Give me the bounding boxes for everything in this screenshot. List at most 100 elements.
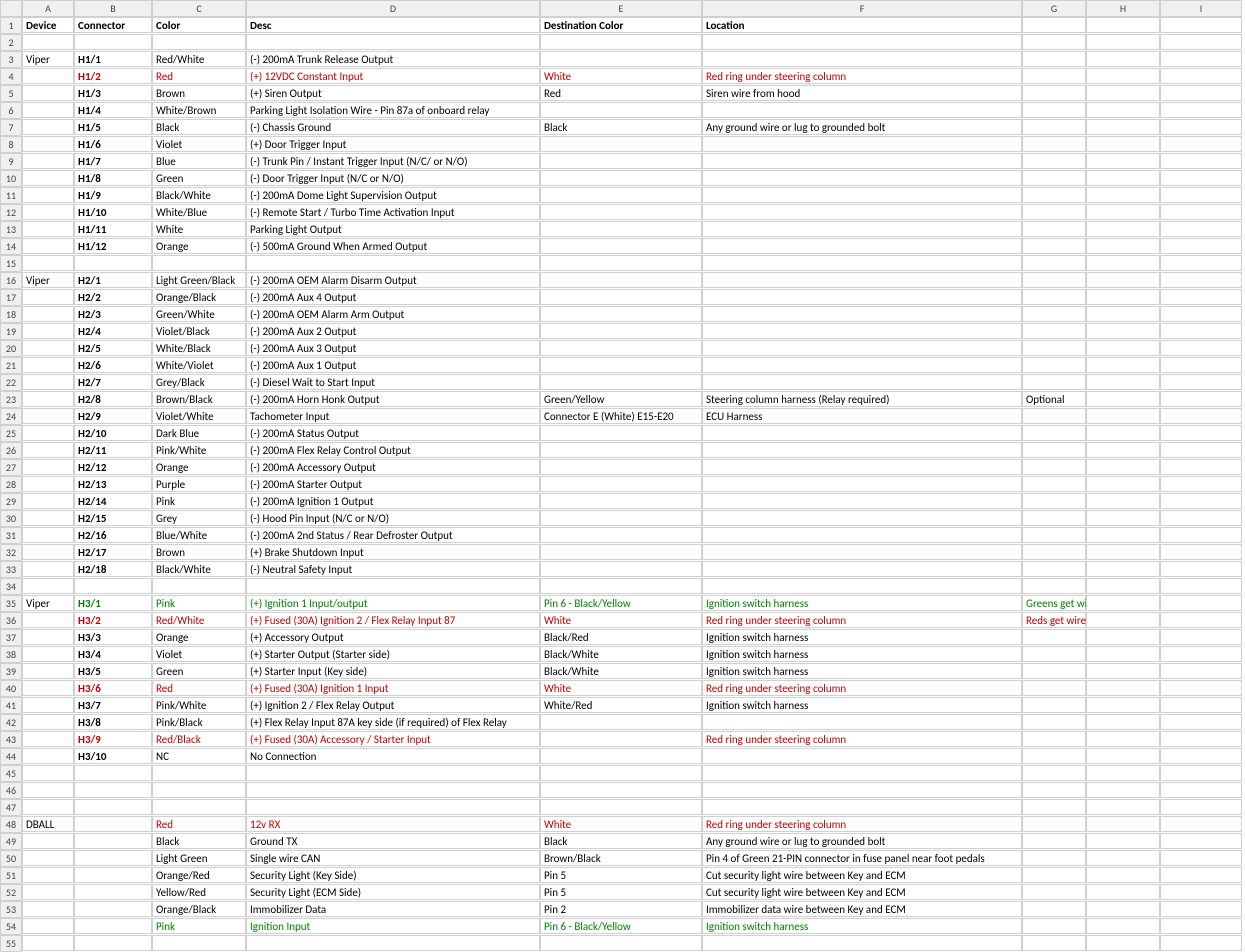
cell-E49[interactable]: Black (540, 833, 702, 849)
cell-H32[interactable] (1086, 544, 1160, 560)
cell-F44[interactable] (702, 748, 1022, 764)
cell-B9[interactable]: H1/7 (74, 153, 152, 169)
cell-E2[interactable] (540, 34, 702, 50)
cell-B43[interactable]: H3/9 (74, 731, 152, 747)
cell-F53[interactable]: Immobilizer data wire between Key and EC… (702, 901, 1022, 917)
cell-C47[interactable] (152, 799, 246, 815)
cell-D16[interactable]: (-) 200mA OEM Alarm Disarm Output (246, 272, 540, 288)
row-header-29[interactable]: 29 (0, 493, 22, 510)
cell-D9[interactable]: (-) Trunk Pin / Instant Trigger Input (N… (246, 153, 540, 169)
cell-B54[interactable] (74, 918, 152, 934)
cell-H6[interactable] (1086, 102, 1160, 118)
cell-F55[interactable] (702, 935, 1022, 951)
cell-F51[interactable]: Cut security light wire between Key and … (702, 867, 1022, 883)
cell-C21[interactable]: White/Violet (152, 357, 246, 373)
cell-G2[interactable] (1022, 34, 1086, 50)
cell-G53[interactable] (1022, 901, 1086, 917)
cell-D35[interactable]: (+) Ignition 1 Input/output (246, 595, 540, 611)
cell-I27[interactable] (1160, 459, 1242, 475)
cell-D33[interactable]: (-) Neutral Safety Input (246, 561, 540, 577)
cell-I23[interactable] (1160, 391, 1242, 407)
cell-B19[interactable]: H2/4 (74, 323, 152, 339)
row-header-14[interactable]: 14 (0, 238, 22, 255)
cell-B52[interactable] (74, 884, 152, 900)
cell-D11[interactable]: (-) 200mA Dome Light Supervision Output (246, 187, 540, 203)
cell-C31[interactable]: Blue/White (152, 527, 246, 543)
cell-A10[interactable] (22, 170, 74, 186)
cell-C26[interactable]: Pink/White (152, 442, 246, 458)
row-header-27[interactable]: 27 (0, 459, 22, 476)
cell-C40[interactable]: Red (152, 680, 246, 696)
cell-B39[interactable]: H3/5 (74, 663, 152, 679)
cell-C22[interactable]: Grey/Black (152, 374, 246, 390)
cell-I19[interactable] (1160, 323, 1242, 339)
cell-E14[interactable] (540, 238, 702, 254)
cell-C35[interactable]: Pink (152, 595, 246, 611)
select-all-corner[interactable] (0, 0, 22, 17)
cell-B53[interactable] (74, 901, 152, 917)
cell-F28[interactable] (702, 476, 1022, 492)
cell-G44[interactable] (1022, 748, 1086, 764)
cell-D44[interactable]: No Connection (246, 748, 540, 764)
cell-I39[interactable] (1160, 663, 1242, 679)
cell-G40[interactable] (1022, 680, 1086, 696)
cell-D31[interactable]: (-) 200mA 2nd Status / Rear Defroster Ou… (246, 527, 540, 543)
cell-B28[interactable]: H2/13 (74, 476, 152, 492)
cell-B4[interactable]: H1/2 (74, 68, 152, 84)
row-header-7[interactable]: 7 (0, 119, 22, 136)
cell-G45[interactable] (1022, 765, 1086, 781)
cell-D19[interactable]: (-) 200mA Aux 2 Output (246, 323, 540, 339)
cell-D23[interactable]: (-) 200mA Horn Honk Output (246, 391, 540, 407)
cell-I16[interactable] (1160, 272, 1242, 288)
cell-A12[interactable] (22, 204, 74, 220)
cell-F14[interactable] (702, 238, 1022, 254)
cell-F34[interactable] (702, 578, 1022, 594)
row-header-28[interactable]: 28 (0, 476, 22, 493)
cell-I51[interactable] (1160, 867, 1242, 883)
row-header-20[interactable]: 20 (0, 340, 22, 357)
cell-D54[interactable]: Ignition Input (246, 918, 540, 934)
cell-F35[interactable]: Ignition switch harness (702, 595, 1022, 611)
row-header-19[interactable]: 19 (0, 323, 22, 340)
cell-E26[interactable] (540, 442, 702, 458)
cell-F37[interactable]: Ignition switch harness (702, 629, 1022, 645)
cell-E37[interactable]: Black/Red (540, 629, 702, 645)
cell-G16[interactable] (1022, 272, 1086, 288)
cell-H27[interactable] (1086, 459, 1160, 475)
col-header-G[interactable]: G (1022, 0, 1086, 17)
cell-C33[interactable]: Black/White (152, 561, 246, 577)
cell-A35[interactable]: Viper (22, 595, 74, 611)
cell-I22[interactable] (1160, 374, 1242, 390)
cell-E52[interactable]: Pin 5 (540, 884, 702, 900)
row-header-16[interactable]: 16 (0, 272, 22, 289)
cell-D47[interactable] (246, 799, 540, 815)
row-header-9[interactable]: 9 (0, 153, 22, 170)
cell-G51[interactable] (1022, 867, 1086, 883)
cell-F7[interactable]: Any ground wire or lug to grounded bolt (702, 119, 1022, 135)
cell-E19[interactable] (540, 323, 702, 339)
cell-G8[interactable] (1022, 136, 1086, 152)
cell-A1[interactable]: Device (22, 17, 74, 33)
cell-I15[interactable] (1160, 255, 1242, 271)
cell-H52[interactable] (1086, 884, 1160, 900)
cell-D29[interactable]: (-) 200mA Ignition 1 Output (246, 493, 540, 509)
row-header-21[interactable]: 21 (0, 357, 22, 374)
cell-H21[interactable] (1086, 357, 1160, 373)
cell-A34[interactable] (22, 578, 74, 594)
cell-E35[interactable]: Pin 6 - Black/Yellow (540, 595, 702, 611)
cell-A45[interactable] (22, 765, 74, 781)
cell-B3[interactable]: H1/1 (74, 51, 152, 67)
cell-G25[interactable] (1022, 425, 1086, 441)
cell-G28[interactable] (1022, 476, 1086, 492)
cell-E54[interactable]: Pin 6 - Black/Yellow (540, 918, 702, 934)
col-header-H[interactable]: H (1086, 0, 1160, 17)
cell-C17[interactable]: Orange/Black (152, 289, 246, 305)
cell-G46[interactable] (1022, 782, 1086, 798)
cell-D7[interactable]: (-) Chassis Ground (246, 119, 540, 135)
cell-E8[interactable] (540, 136, 702, 152)
cell-H43[interactable] (1086, 731, 1160, 747)
cell-I35[interactable] (1160, 595, 1242, 611)
cell-C51[interactable]: Orange/Red (152, 867, 246, 883)
cell-I53[interactable] (1160, 901, 1242, 917)
cell-I42[interactable] (1160, 714, 1242, 730)
